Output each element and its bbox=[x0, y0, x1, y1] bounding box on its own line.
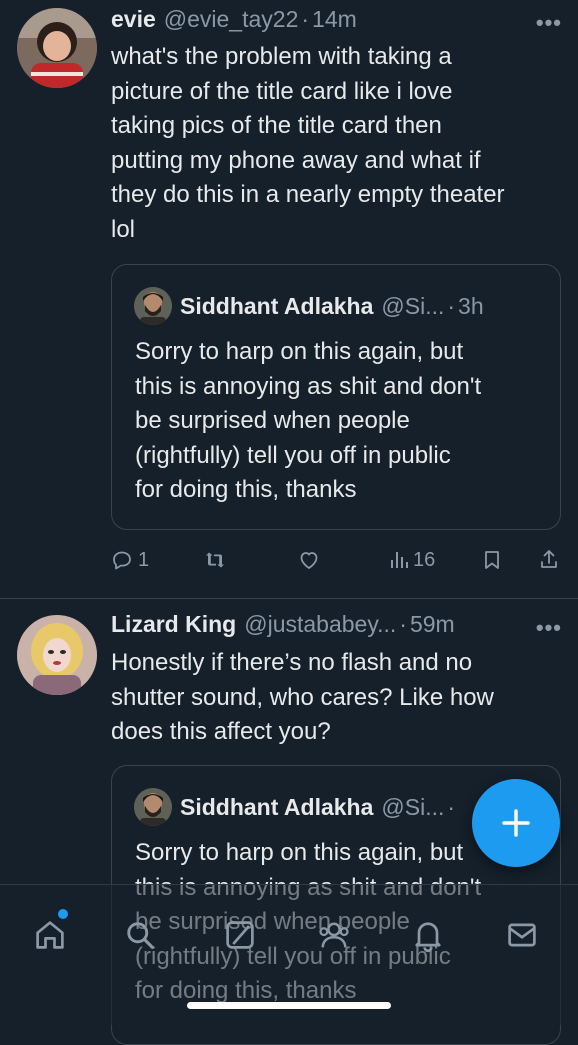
quoted-author-handle: @Si... bbox=[381, 292, 445, 319]
views-count: 16 bbox=[413, 548, 436, 571]
grok-icon bbox=[226, 921, 254, 949]
heart-icon bbox=[300, 552, 318, 569]
quoted-tweet-header: Siddhant Adlakha @Si... · bbox=[134, 788, 458, 826]
tweet-actions: 1 16 bbox=[0, 540, 578, 580]
communities-icon bbox=[319, 922, 349, 948]
bookmark-icon bbox=[485, 551, 499, 569]
notifications-icon bbox=[415, 922, 441, 953]
views-icon bbox=[391, 552, 408, 568]
separator-dot: · bbox=[301, 6, 310, 32]
messages-icon bbox=[508, 923, 536, 947]
compose-button[interactable] bbox=[472, 779, 560, 867]
quoted-avatar bbox=[134, 287, 172, 325]
timestamp[interactable]: 59m bbox=[410, 611, 455, 638]
tweet-text: what's the problem with taking a picture… bbox=[111, 43, 505, 243]
author-name[interactable]: evie bbox=[111, 6, 156, 33]
separator-dot: · bbox=[399, 611, 407, 637]
tab-messages[interactable] bbox=[500, 913, 544, 957]
avatar-evie[interactable] bbox=[17, 8, 97, 88]
quoted-author-name: Siddhant Adlakha bbox=[180, 793, 374, 820]
quoted-tweet-text: Sorry to harp on this again, but this is… bbox=[135, 338, 482, 504]
quoted-avatar bbox=[134, 788, 172, 826]
quoted-tweet-header: Siddhant Adlakha @Si... · 3h bbox=[134, 287, 484, 325]
author-handle[interactable]: @evie_tay22 bbox=[164, 6, 299, 33]
reply-button[interactable]: 1 bbox=[110, 548, 149, 572]
reply-count: 1 bbox=[138, 548, 150, 571]
quoted-author-handle: @Si... bbox=[381, 793, 445, 820]
avatar-image bbox=[17, 8, 97, 88]
tab-search[interactable] bbox=[118, 913, 162, 957]
quoted-avatar-image bbox=[134, 788, 172, 826]
retweet-button[interactable] bbox=[203, 548, 227, 572]
avatar-lizard-king[interactable] bbox=[17, 615, 97, 695]
tab-notifications[interactable] bbox=[406, 913, 450, 957]
avatar-image bbox=[17, 615, 97, 695]
home-indicator bbox=[187, 1002, 391, 1009]
share-icon bbox=[541, 550, 557, 568]
search-icon bbox=[127, 922, 154, 949]
tab-grok[interactable] bbox=[218, 913, 262, 957]
home-icon bbox=[36, 921, 64, 949]
tab-home[interactable] bbox=[28, 909, 72, 957]
bookmark-button[interactable] bbox=[480, 548, 504, 572]
reply-icon bbox=[113, 551, 131, 570]
quoted-author-name: Siddhant Adlakha bbox=[180, 292, 374, 319]
retweet-icon bbox=[206, 552, 224, 568]
quoted-tweet[interactable]: Siddhant Adlakha @Si... · 3h Sorry to ha… bbox=[111, 264, 561, 530]
timestamp[interactable]: 14m bbox=[312, 6, 357, 33]
more-options-icon[interactable]: ••• bbox=[536, 615, 562, 641]
tab-communities[interactable] bbox=[312, 913, 356, 957]
views-button[interactable]: 16 bbox=[387, 548, 435, 572]
like-button[interactable] bbox=[297, 548, 321, 572]
plus-icon bbox=[502, 809, 530, 837]
tweet-text: Honestly if there’s no flash and no shut… bbox=[111, 649, 494, 746]
quoted-avatar-image bbox=[134, 287, 172, 325]
home-notification-dot bbox=[58, 909, 68, 919]
separator-dot: · bbox=[447, 793, 456, 820]
separator-dot: · bbox=[447, 292, 456, 319]
author-name[interactable]: Lizard King bbox=[111, 611, 236, 638]
tweet-header: evie @evie_tay22 · 14m bbox=[111, 6, 568, 38]
quoted-timestamp: 3h bbox=[458, 292, 484, 319]
tweet-evie[interactable]: evie @evie_tay22 · 14m ••• what's the pr… bbox=[0, 0, 578, 598]
share-button[interactable] bbox=[537, 548, 561, 572]
tweet-header: Lizard King @justababey... · 59m bbox=[111, 611, 568, 643]
more-options-icon[interactable]: ••• bbox=[536, 10, 562, 36]
author-handle[interactable]: @justababey... bbox=[244, 611, 396, 638]
